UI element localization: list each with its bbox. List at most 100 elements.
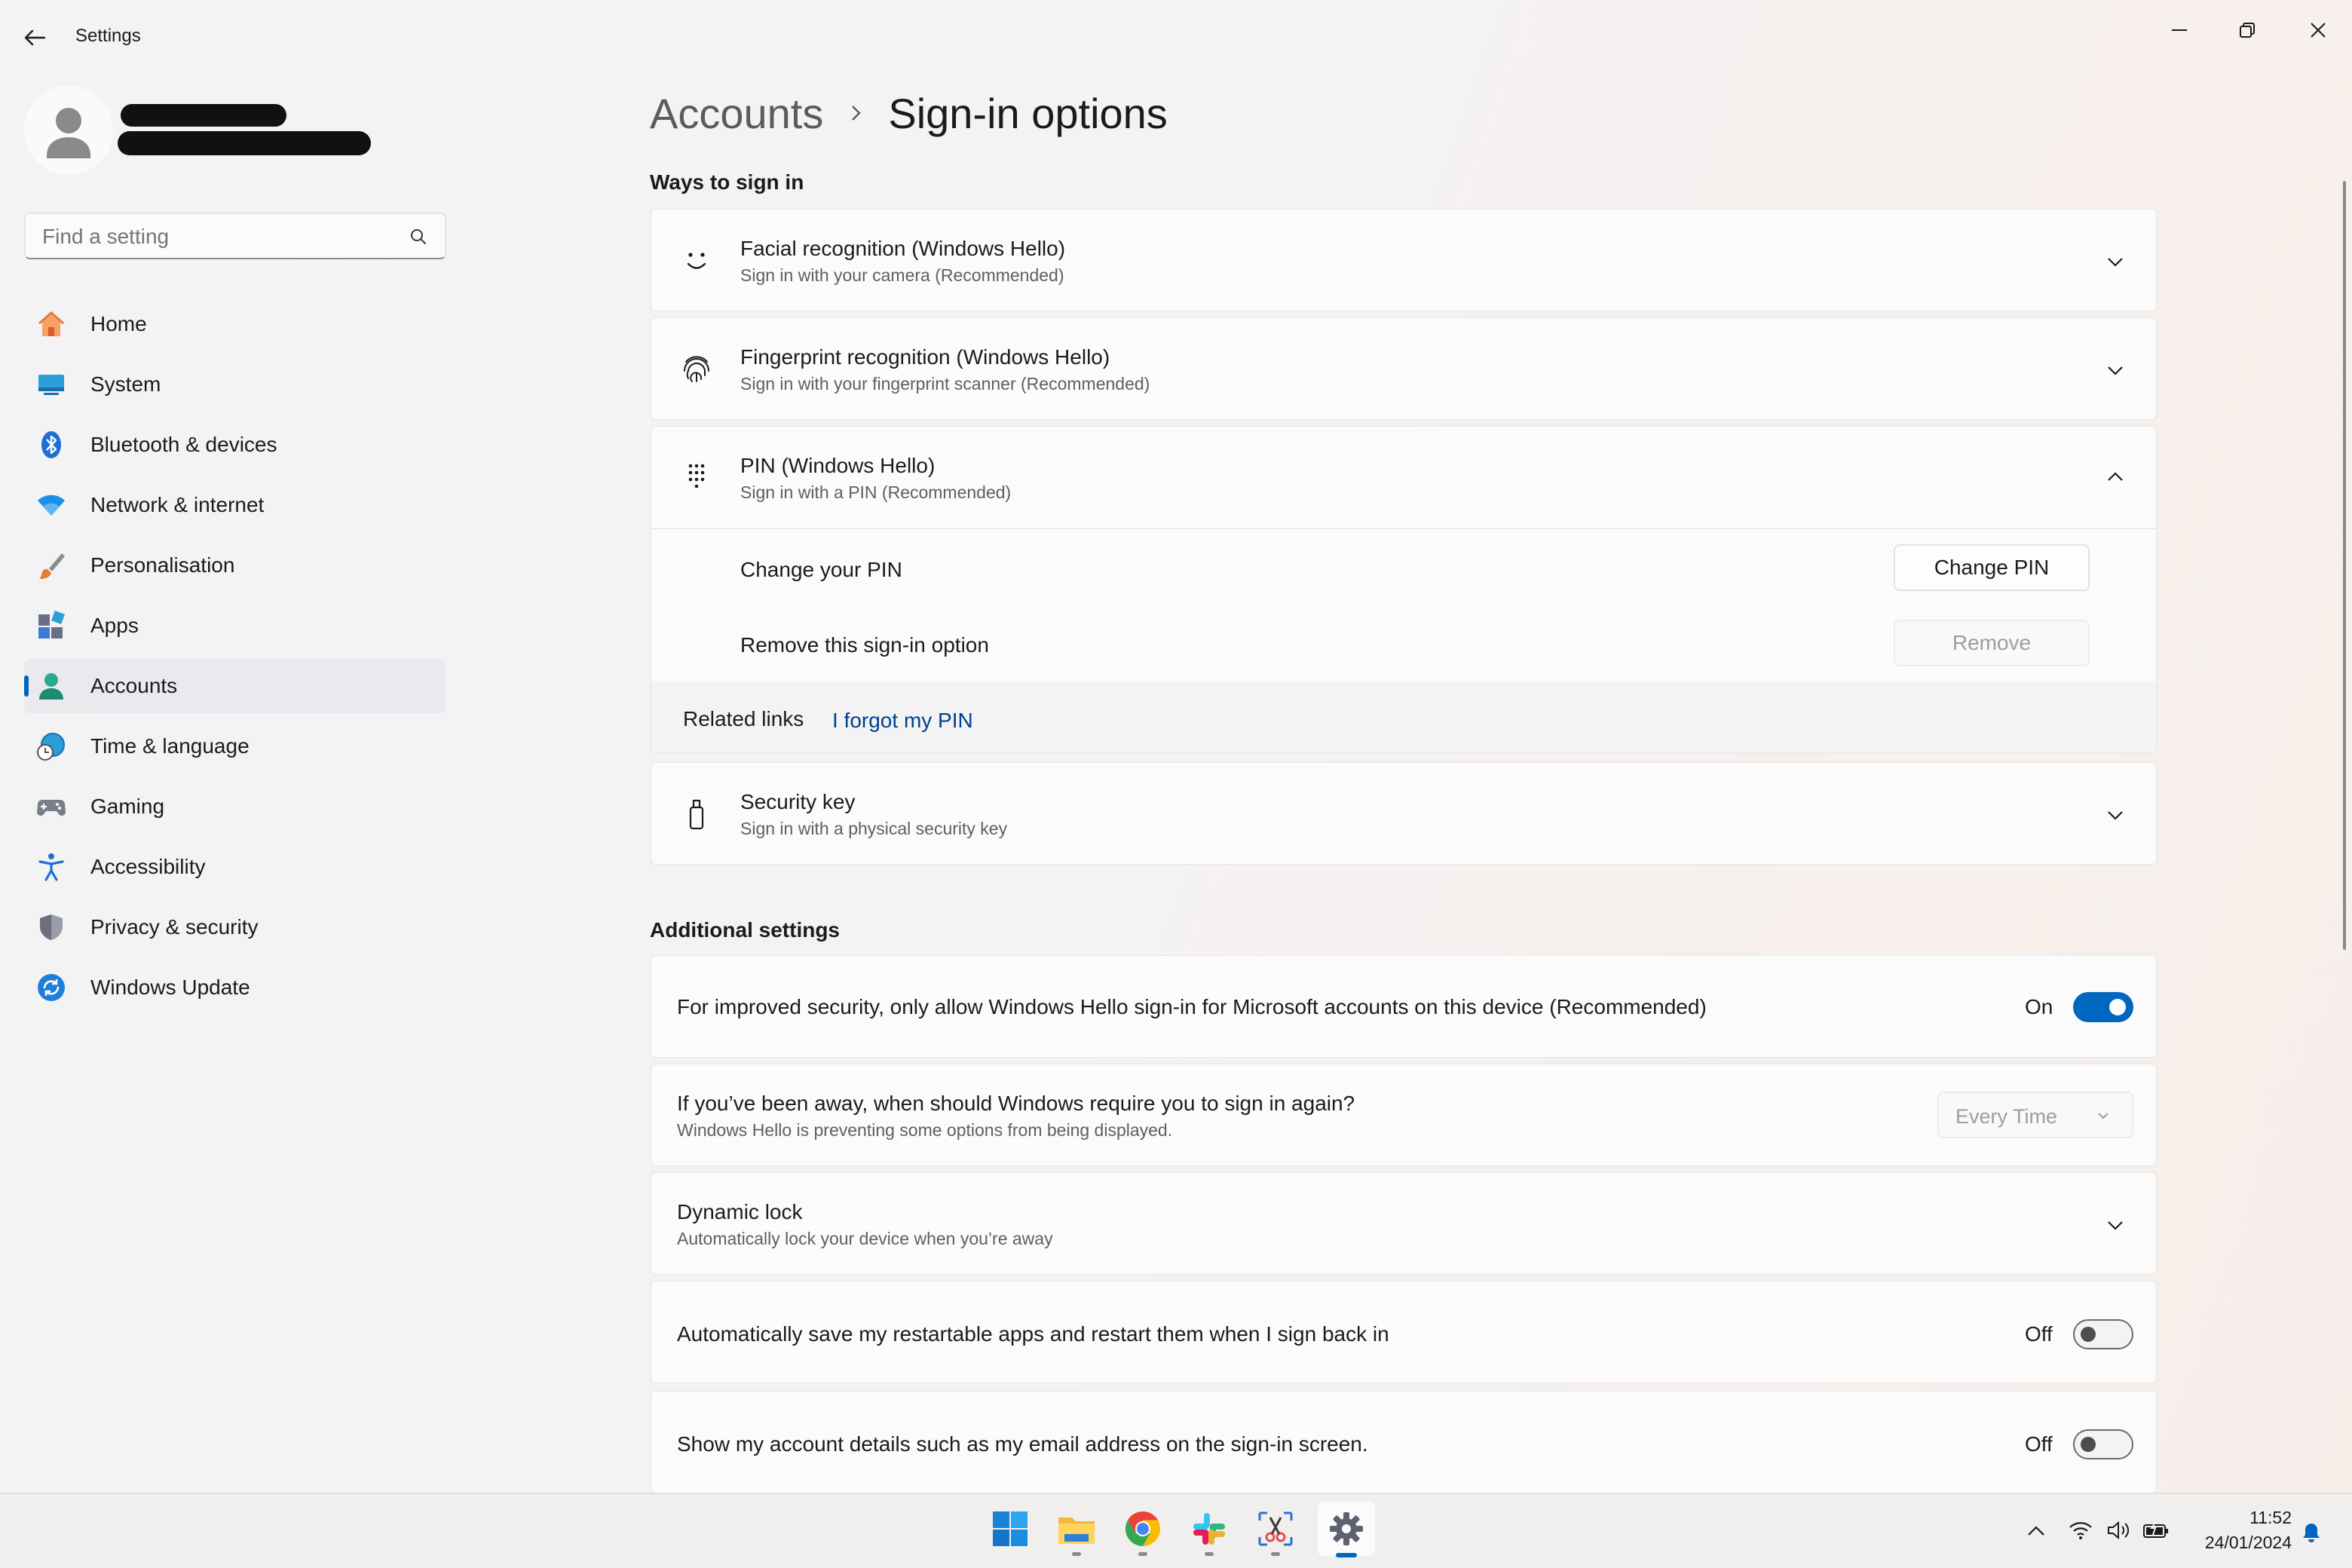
facial-recognition-title: Facial recognition (Windows Hello) xyxy=(740,237,1066,260)
pin-keypad-icon xyxy=(688,464,705,488)
shield-icon xyxy=(40,914,63,940)
restart-apps-card: Automatically save my restartable apps a… xyxy=(650,1280,2158,1384)
sidebar-item-time-language[interactable]: Time & language xyxy=(24,719,446,773)
sidebar-item-apps[interactable]: Apps xyxy=(24,599,446,653)
slack-button[interactable] xyxy=(1185,1505,1233,1556)
volume-icon[interactable] xyxy=(2106,1520,2130,1541)
minimize-button[interactable] xyxy=(2145,8,2213,53)
clock[interactable]: 11:52 24/01/2024 xyxy=(2186,1508,2292,1556)
chevron-up-icon[interactable] xyxy=(2105,467,2126,488)
breadcrumb: Accounts Sign-in options xyxy=(650,84,1168,142)
sidebar-item-label: Apps xyxy=(90,614,139,637)
change-pin-button[interactable]: Change PIN xyxy=(1894,544,2090,591)
sidebar-item-home[interactable]: Home xyxy=(24,297,446,351)
sidebar-item-network[interactable]: Network & internet xyxy=(24,478,446,532)
avatar[interactable] xyxy=(24,86,113,175)
chevron-down-icon[interactable] xyxy=(2105,1214,2126,1236)
sign-in-again-title: If you’ve been away, when should Windows… xyxy=(677,1092,1355,1115)
fingerprint-recognition-title: Fingerprint recognition (Windows Hello) xyxy=(740,345,1110,369)
sidebar-item-accounts[interactable]: Accounts xyxy=(24,659,446,713)
fingerprint-recognition-card[interactable]: Fingerprint recognition (Windows Hello) … xyxy=(650,317,2158,421)
settings-icon xyxy=(1330,1512,1363,1545)
start-button[interactable] xyxy=(986,1505,1034,1553)
face-smile-icon xyxy=(687,253,706,269)
sidebar-item-label: Personalisation xyxy=(90,553,235,577)
restore-icon xyxy=(2240,23,2255,38)
redacted-user-email xyxy=(118,131,371,155)
back-arrow-icon xyxy=(24,29,46,46)
clock-globe-icon xyxy=(37,733,65,761)
hello-only-title: For improved security, only allow Window… xyxy=(677,995,1707,1018)
fingerprint-icon xyxy=(684,356,709,382)
related-links-label: Related links xyxy=(683,707,804,730)
account-details-toggle[interactable] xyxy=(2073,1429,2133,1459)
sidebar-item-label: Accounts xyxy=(90,674,178,697)
taskbar: 11:52 24/01/2024 xyxy=(0,1493,2352,1568)
restart-apps-toggle[interactable] xyxy=(2073,1319,2133,1349)
scrollbar-thumb[interactable] xyxy=(2343,181,2346,950)
redacted-user-name xyxy=(121,104,286,127)
chevron-down-icon[interactable] xyxy=(2105,804,2126,825)
dynamic-lock-card[interactable]: Dynamic lock Automatically lock your dev… xyxy=(650,1171,2158,1276)
chrome-icon xyxy=(1125,1511,1161,1547)
settings-button[interactable] xyxy=(1318,1502,1375,1557)
sidebar-item-bluetooth[interactable]: Bluetooth & devices xyxy=(24,418,446,472)
chevron-up-icon[interactable] xyxy=(2026,1523,2046,1539)
restart-apps-state: Off xyxy=(2025,1322,2053,1346)
restore-button[interactable] xyxy=(2213,8,2281,53)
sidebar-item-system[interactable]: System xyxy=(24,357,446,412)
snipping-tool-button[interactable] xyxy=(1251,1505,1300,1556)
back-button[interactable] xyxy=(17,20,53,56)
pin-header[interactable]: PIN (Windows Hello) Sign in with a PIN (… xyxy=(651,427,2156,529)
remove-sign-in-label: Remove this sign-in option xyxy=(740,633,989,657)
update-icon xyxy=(38,974,65,1001)
breadcrumb-chevron-icon xyxy=(852,106,862,121)
sidebar-item-label: Accessibility xyxy=(90,855,206,878)
sidebar-item-label: Time & language xyxy=(90,734,250,758)
security-key-card[interactable]: Security key Sign in with a physical sec… xyxy=(650,761,2158,865)
sidebar-item-accessibility[interactable]: Accessibility xyxy=(24,840,446,894)
home-icon xyxy=(38,311,64,336)
chevron-down-icon[interactable] xyxy=(2105,251,2126,272)
clock-date: 24/01/2024 xyxy=(2204,1533,2292,1552)
notification-bell-icon[interactable] xyxy=(2301,1521,2322,1544)
sidebar-item-label: System xyxy=(90,372,161,396)
sidebar-item-gaming[interactable]: Gaming xyxy=(24,779,446,834)
close-icon xyxy=(2311,23,2326,38)
sign-in-again-card: If you’ve been away, when should Windows… xyxy=(650,1063,2158,1167)
file-explorer-button[interactable] xyxy=(1052,1505,1101,1556)
title-bar: Settings xyxy=(0,0,2352,72)
pin-subtitle: Sign in with a PIN (Recommended) xyxy=(740,482,1012,502)
forgot-pin-link[interactable]: I forgot my PIN xyxy=(832,709,973,733)
accessibility-icon xyxy=(38,853,64,881)
wifi-tray-icon[interactable] xyxy=(2069,1520,2093,1541)
sidebar-item-personalisation[interactable]: Personalisation xyxy=(24,538,446,593)
hello-only-state: On xyxy=(2025,995,2053,1018)
remove-button[interactable]: Remove xyxy=(1894,620,2090,666)
section-additional-settings: Additional settings xyxy=(650,918,840,942)
window-title: Settings xyxy=(75,26,141,46)
search-icon[interactable] xyxy=(409,227,428,247)
chrome-button[interactable] xyxy=(1119,1505,1167,1556)
sidebar-item-windows-update[interactable]: Windows Update xyxy=(24,960,446,1015)
sidebar-item-label: Home xyxy=(90,312,147,335)
running-indicator xyxy=(1138,1552,1147,1556)
sign-in-again-dropdown[interactable]: Every Time xyxy=(1937,1092,2133,1138)
close-button[interactable] xyxy=(2284,8,2352,53)
hello-only-toggle[interactable] xyxy=(2073,992,2133,1022)
account-details-card: Show my account details such as my email… xyxy=(650,1390,2158,1494)
search-box[interactable] xyxy=(24,213,446,259)
search-input[interactable] xyxy=(41,223,406,250)
windows-start-icon xyxy=(993,1511,1027,1546)
pin-title: PIN (Windows Hello) xyxy=(740,454,936,477)
facial-recognition-subtitle: Sign in with your camera (Recommended) xyxy=(740,265,1064,285)
chevron-down-icon[interactable] xyxy=(2105,360,2126,381)
slack-icon xyxy=(1193,1513,1225,1545)
battery-charging-icon[interactable] xyxy=(2142,1520,2170,1541)
facial-recognition-card[interactable]: Facial recognition (Windows Hello) Sign … xyxy=(650,208,2158,312)
sidebar-item-privacy-security[interactable]: Privacy & security xyxy=(24,900,446,954)
breadcrumb-parent[interactable]: Accounts xyxy=(650,89,823,138)
sidebar-item-label: Privacy & security xyxy=(90,915,259,939)
accounts-icon xyxy=(39,673,63,700)
sign-in-again-subtitle: Windows Hello is preventing some options… xyxy=(677,1120,1173,1140)
